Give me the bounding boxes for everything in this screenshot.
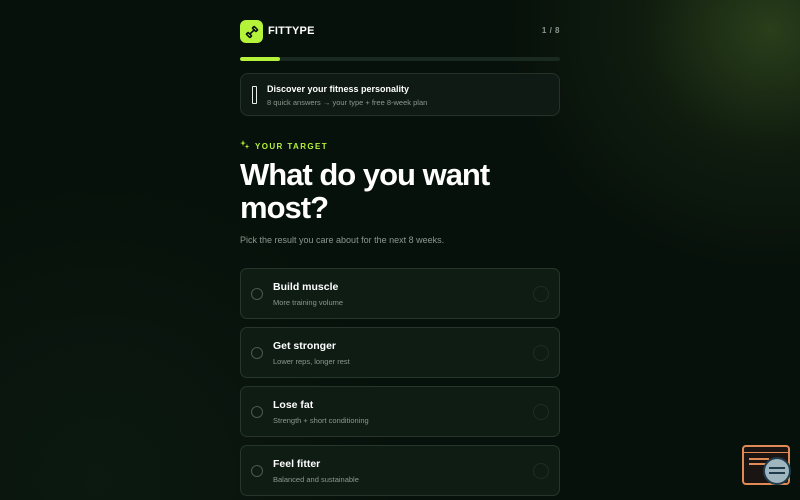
option-description: Strength + short conditioning	[273, 416, 369, 425]
banner-subtitle: 8 quick answers → your type + free 8-wee…	[267, 98, 428, 107]
option-description: Balanced and sustainable	[273, 475, 359, 484]
progress-fill	[240, 57, 280, 61]
option-label: Build muscle	[273, 281, 339, 293]
option-indicator	[533, 404, 549, 420]
banner-title: Discover your fitness personality	[267, 84, 410, 94]
option-indicator	[533, 463, 549, 479]
option-get-stronger[interactable]: Get stronger Lower reps, longer rest	[240, 327, 560, 378]
eyebrow: YOUR TARGET	[240, 140, 328, 152]
radio-circle	[251, 288, 263, 300]
inspector-button[interactable]	[763, 457, 791, 485]
option-description: More training volume	[273, 298, 344, 307]
option-label: Feel fitter	[273, 458, 321, 470]
phone-icon	[252, 86, 257, 104]
radio-circle	[251, 347, 263, 359]
progress-bar	[240, 57, 560, 61]
option-description: Lower reps, longer rest	[273, 357, 350, 366]
option-build-muscle[interactable]: Build muscle More training volume	[240, 268, 560, 319]
header: FITTYPE 1 / 8	[240, 20, 560, 43]
option-label: Get stronger	[273, 340, 337, 352]
radio-circle	[251, 406, 263, 418]
option-label: Lose fat	[273, 399, 314, 411]
option-feel-fitter[interactable]: Feel fitter Balanced and sustainable	[240, 445, 560, 496]
option-lose-fat[interactable]: Lose fat Strength + short conditioning	[240, 386, 560, 437]
question-title: What do you want most?	[240, 157, 490, 225]
dumbbell-icon	[240, 20, 263, 43]
step-counter: 1 / 8	[541, 26, 560, 35]
info-banner: Discover your fitness personality 8 quic…	[240, 73, 560, 116]
option-indicator	[533, 286, 549, 302]
option-indicator	[533, 345, 549, 361]
eyebrow-label: YOUR TARGET	[255, 141, 329, 151]
question-subtitle: Pick the result you care about for the n…	[240, 235, 445, 245]
brand-name: FITTYPE	[268, 25, 315, 37]
radio-circle	[251, 465, 263, 477]
sparkle-icon	[240, 137, 250, 155]
widget-titlebar	[744, 447, 788, 453]
